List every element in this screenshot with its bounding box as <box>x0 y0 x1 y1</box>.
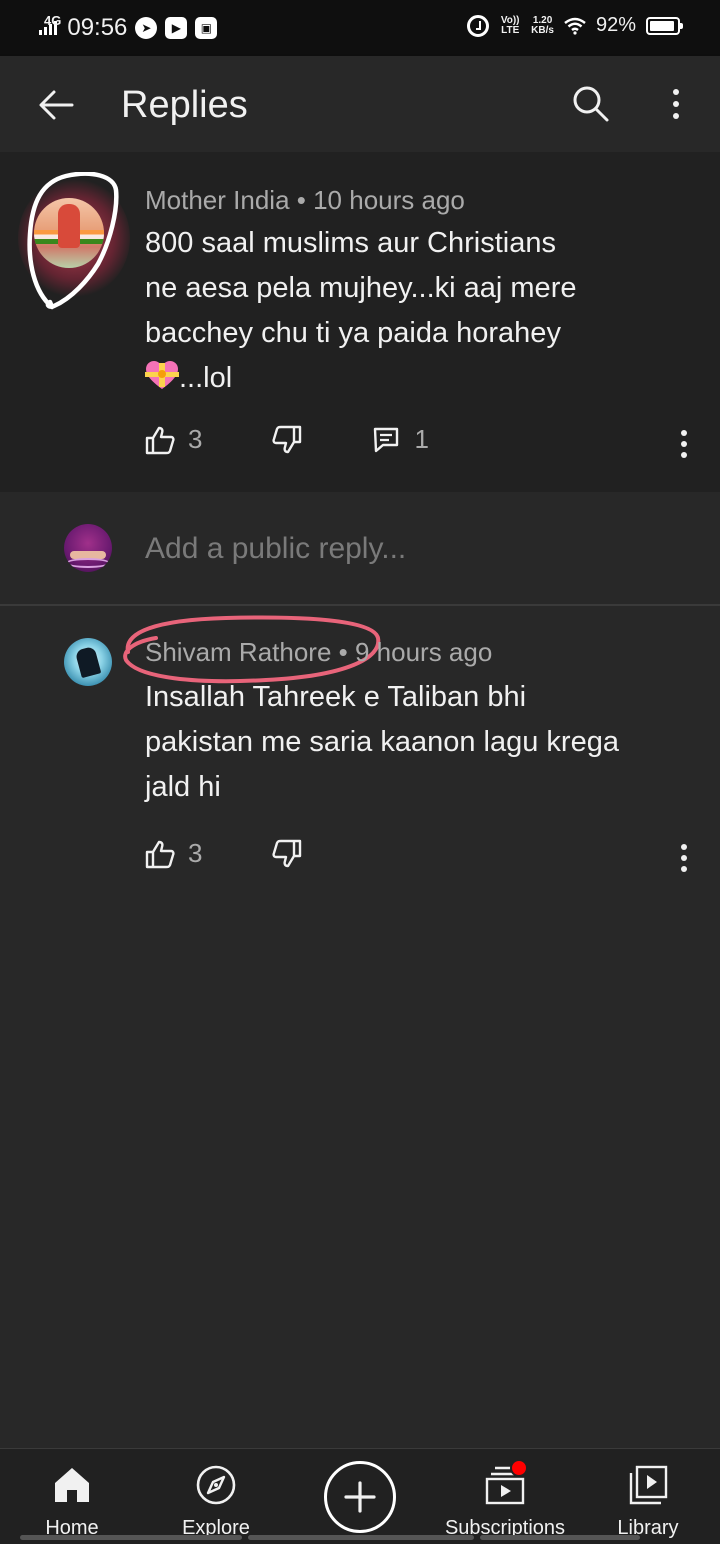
parent-comment-time: 10 hours ago <box>313 185 465 215</box>
comment-line: jald hi <box>145 771 221 803</box>
parent-comment-meta: Mother India • 10 hours ago <box>145 185 465 216</box>
comment-more-icon[interactable] <box>672 840 696 876</box>
reply-time: 9 hours ago <box>354 637 493 667</box>
battery-icon <box>646 16 683 35</box>
reply-text: Insallah Tahreek e Taliban bhi pakistan … <box>145 675 705 810</box>
plus-icon <box>344 1481 376 1513</box>
new-content-badge <box>510 1459 528 1477</box>
reply-meta: Shivam Rathore • 9 hours ago <box>145 637 492 668</box>
gallery-icon: ▣ <box>195 17 218 39</box>
gesture-bar-segment <box>480 1535 640 1540</box>
heart-with-ribbon-emoji <box>145 361 179 389</box>
parent-comment-author[interactable]: Mother India <box>145 185 290 215</box>
network-speed: 1.20 KB/s <box>531 15 554 36</box>
reply-author[interactable]: Shivam Rathore <box>145 637 331 667</box>
comment-line: ne aesa pela mujhey...ki aaj mere <box>145 272 577 304</box>
gesture-bar-segment <box>248 1535 474 1540</box>
meta-separator: • <box>296 185 314 215</box>
dislike-icon[interactable] <box>272 839 302 869</box>
network-speed-unit: KB/s <box>531 24 554 36</box>
add-reply-row[interactable]: Add a public reply... <box>0 492 720 606</box>
reply-author-avatar[interactable] <box>64 638 112 686</box>
parent-comment-avatar[interactable] <box>14 172 134 312</box>
youtube-icon: ▶ <box>165 17 188 39</box>
wifi-icon <box>564 17 586 35</box>
home-icon <box>55 1468 89 1502</box>
app-bar: Replies <box>0 56 720 152</box>
reply-comment: Shivam Rathore • 9 hours ago Insallah Ta… <box>0 606 720 886</box>
status-time: 09:56 <box>67 14 128 41</box>
comment-line-last: ...lol <box>145 356 705 401</box>
reply-actions: 3 <box>145 838 302 869</box>
telegram-icon: ➤ <box>135 17 158 39</box>
reply-input[interactable]: Add a public reply... <box>145 532 406 566</box>
page-title: Replies <box>121 84 248 126</box>
comment-line: Insallah Tahreek e Taliban bhi <box>145 681 527 713</box>
gesture-bar-segment <box>20 1535 242 1540</box>
more-vert-icon[interactable] <box>660 84 692 124</box>
alarm-icon <box>467 14 490 37</box>
bottom-navigation: Home Explore Subscriptions Library <box>0 1448 720 1544</box>
status-bar: 4G 09:56 ➤ ▶ ▣ Vo)) LTE 1.20 KB/s 92% <box>0 0 720 56</box>
nav-explore[interactable]: Explore <box>172 1449 260 1544</box>
compass-icon <box>196 1465 236 1505</box>
volte-icon: Vo)) LTE <box>500 14 520 36</box>
comment-line: 800 saal muslims aur Christians <box>145 227 556 259</box>
comment-more-icon[interactable] <box>672 426 696 462</box>
comment-tail: ...lol <box>179 362 233 394</box>
nav-home[interactable]: Home <box>34 1449 110 1544</box>
dislike-icon[interactable] <box>272 425 302 455</box>
nav-library[interactable]: Library <box>612 1449 684 1544</box>
back-arrow-icon[interactable] <box>34 82 80 128</box>
battery-percent: 92% <box>595 14 636 36</box>
search-icon[interactable] <box>569 82 613 126</box>
reply-count: 1 <box>414 424 429 454</box>
like-count: 3 <box>188 424 203 454</box>
parent-comment: Mother India • 10 hours ago 800 saal mus… <box>0 152 720 492</box>
comment-line: pakistan me saria kaanon lagu krega <box>145 726 619 758</box>
user-avatar <box>64 524 112 572</box>
like-icon[interactable] <box>145 425 175 455</box>
create-button[interactable] <box>324 1461 396 1533</box>
nav-subscriptions[interactable]: Subscriptions <box>440 1449 570 1544</box>
comment-line: bacchey chu ti ya paida horahey <box>145 317 561 349</box>
parent-comment-actions: 3 1 <box>145 424 429 455</box>
network-type: 4G <box>44 12 62 28</box>
hand-drawn-circle-annotation <box>27 172 119 310</box>
meta-separator: • <box>338 637 355 667</box>
like-icon[interactable] <box>145 839 175 869</box>
library-icon <box>629 1465 668 1505</box>
parent-comment-text: 800 saal muslims aur Christians ne aesa … <box>145 221 705 401</box>
like-count: 3 <box>188 838 203 868</box>
reply-comment-icon[interactable] <box>372 426 400 454</box>
